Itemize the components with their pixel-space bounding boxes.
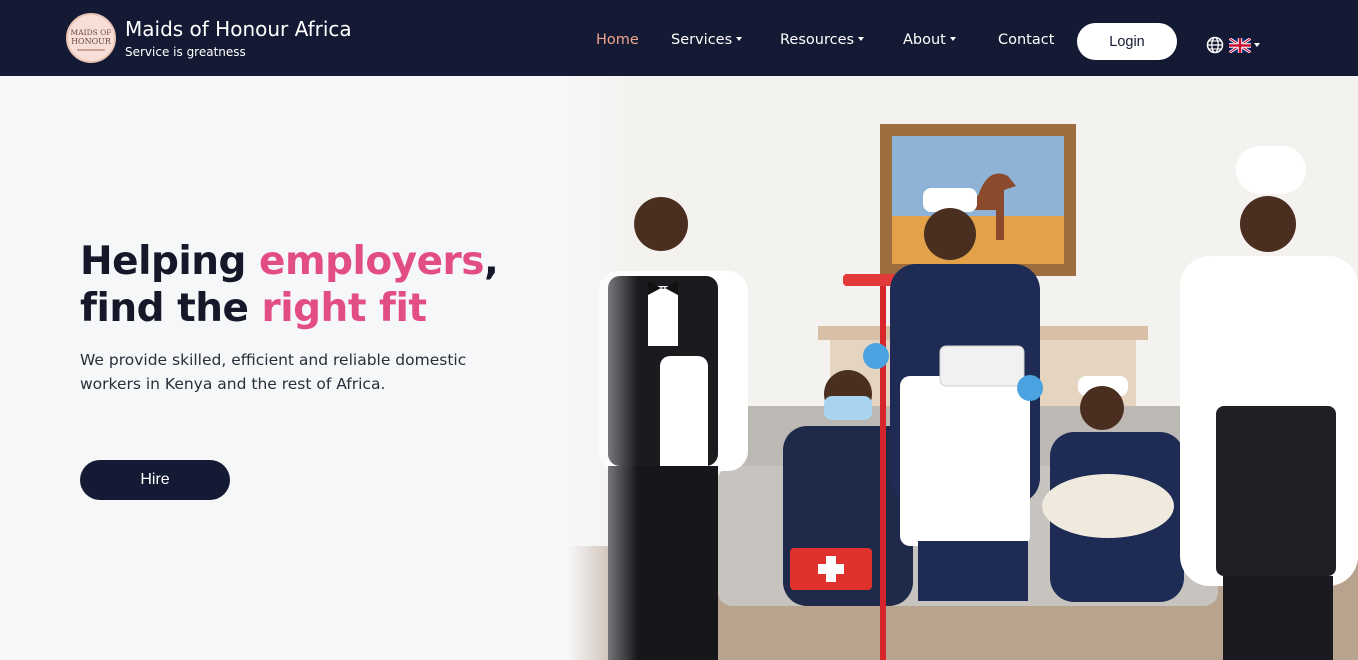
hero-headline: Helping employers, find the right fit: [80, 238, 499, 332]
language-selector[interactable]: [1206, 36, 1260, 54]
brand-tagline: Service is greatness: [125, 45, 246, 59]
headline-part: find the: [80, 286, 262, 331]
nav-contact-label: Contact: [998, 32, 1055, 48]
globe-icon: [1206, 36, 1224, 54]
nav-home[interactable]: Home: [596, 32, 639, 48]
brand-name[interactable]: Maids of Honour Africa: [125, 17, 352, 41]
headline-part: Helping: [80, 239, 260, 284]
login-button[interactable]: Login: [1077, 23, 1177, 60]
logo-text-2: HONOUR: [71, 36, 111, 46]
headline-part: ,: [484, 239, 499, 284]
chevron-down-icon: [858, 37, 865, 41]
headline-highlight: right fit: [261, 286, 427, 331]
chevron-down-icon: [949, 37, 956, 41]
logo-divider: [77, 48, 105, 51]
nav-resources-label: Resources: [780, 32, 855, 48]
headline-highlight: employers: [259, 239, 485, 284]
chevron-down-icon: [1254, 43, 1260, 47]
nav-services-label: Services: [671, 32, 733, 48]
nav-about-label: About: [903, 32, 946, 48]
chevron-down-icon: [736, 37, 743, 41]
nav-services[interactable]: Services: [671, 32, 743, 48]
logo-text-1: MAIDS OF: [70, 28, 112, 37]
nav-home-label: Home: [596, 32, 639, 48]
hero-subtext: We provide skilled, efficient and reliab…: [80, 351, 467, 393]
hire-button[interactable]: Hire: [80, 460, 230, 500]
hero-team-photo: [568, 76, 1358, 660]
nav-about[interactable]: About: [903, 32, 956, 48]
nav-contact[interactable]: Contact: [998, 32, 1054, 48]
navbar: MAIDS OF HONOUR Maids of Honour Africa S…: [0, 0, 1358, 76]
brand-logo[interactable]: MAIDS OF HONOUR: [66, 13, 116, 63]
nav-resources[interactable]: Resources: [780, 32, 865, 48]
uk-flag-icon: [1229, 37, 1251, 53]
